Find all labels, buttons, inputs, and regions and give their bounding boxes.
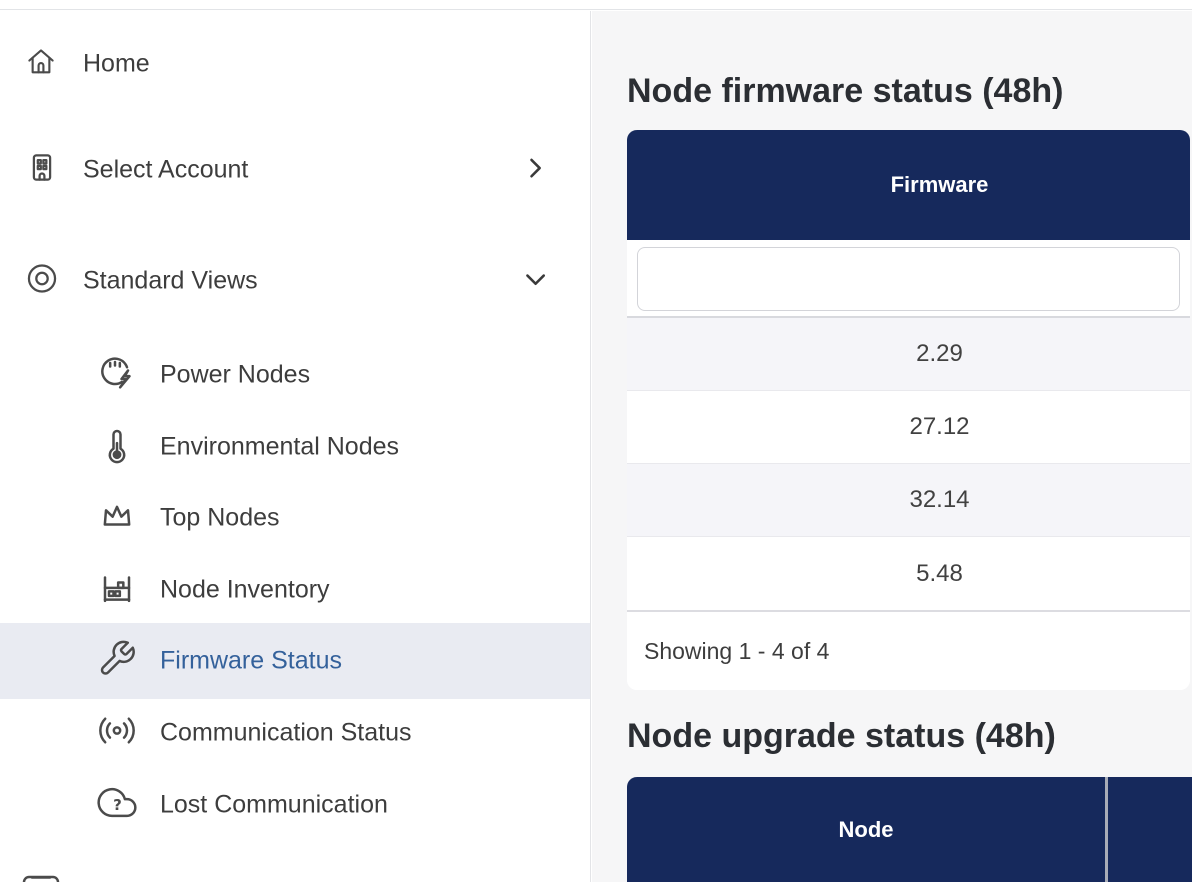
sidebar-item-label: Power Nodes: [160, 361, 310, 390]
sidebar-item-environmental-nodes[interactable]: Environmental Nodes: [0, 409, 591, 485]
firmware-status-heading: Node firmware status (48h): [627, 73, 1063, 109]
chevron-right-icon: [521, 154, 549, 187]
sidebar-item-label: Firmware Status: [160, 647, 342, 676]
sidebar-item-firmware-status[interactable]: Firmware Status: [0, 623, 591, 699]
sidebar-item-label: Communication Status: [160, 719, 412, 748]
sidebar-item-label: Home: [83, 50, 150, 79]
cloud-question-icon: ?: [97, 783, 137, 828]
top-border-strip: [0, 0, 1192, 10]
clipped-bottom-icon: [22, 875, 60, 882]
sidebar-item-label: Standard Views: [83, 267, 258, 296]
building-icon: [24, 150, 60, 191]
chevron-down-icon: [521, 265, 549, 298]
sidebar-nav: Home Select Account Standard Views: [0, 11, 591, 882]
sidebar-item-top-nodes[interactable]: Top Nodes: [0, 480, 591, 556]
firmware-filter-row: [627, 240, 1190, 318]
sidebar-item-label: Select Account: [83, 156, 248, 185]
views-eye-icon: [24, 261, 60, 302]
firmware-table-header: Firmware: [627, 130, 1190, 240]
firmware-table-row: 27.12: [627, 391, 1190, 464]
firmware-column-header: Firmware: [829, 172, 989, 198]
inventory-shelf-icon: [97, 568, 137, 613]
firmware-table-row: 32.14: [627, 464, 1190, 537]
upgrade-table-card: Node: [627, 777, 1192, 882]
upgrade-table-header: Node: [627, 777, 1105, 882]
sidebar-item-power-nodes[interactable]: Power Nodes: [0, 337, 591, 413]
column-divider: [1105, 777, 1108, 882]
sidebar-item-label: Lost Communication: [160, 791, 388, 820]
sidebar-item-home[interactable]: Home: [0, 26, 591, 102]
broadcast-icon: [97, 711, 137, 756]
home-icon: [24, 45, 58, 84]
firmware-table-row: 2.29: [627, 318, 1190, 391]
sidebar-item-node-inventory[interactable]: Node Inventory: [0, 552, 591, 628]
sidebar-item-label: Node Inventory: [160, 576, 330, 605]
thermometer-icon: [97, 425, 137, 470]
power-gauge-icon: [97, 353, 137, 398]
crown-icon: [97, 496, 137, 541]
sidebar-item-label: Environmental Nodes: [160, 433, 399, 462]
svg-text:?: ?: [113, 796, 122, 814]
wrench-icon: [97, 639, 137, 684]
firmware-filter-input[interactable]: [637, 247, 1180, 311]
sidebar-item-label: Top Nodes: [160, 504, 280, 533]
main-content: Node firmware status (48h) Firmware 2.29…: [592, 11, 1192, 882]
sidebar-item-standard-views[interactable]: Standard Views: [0, 243, 591, 319]
firmware-table-card: Firmware 2.29 27.12 32.14 5.48 Showing 1…: [627, 130, 1190, 690]
sidebar-item-select-account[interactable]: Select Account: [0, 132, 591, 208]
upgrade-status-heading: Node upgrade status (48h): [627, 718, 1056, 754]
firmware-table-row: 5.48: [627, 537, 1190, 610]
sidebar-item-lost-communication[interactable]: ? Lost Communication: [0, 767, 591, 843]
node-column-header: Node: [839, 817, 894, 843]
sidebar-item-communication-status[interactable]: Communication Status: [0, 695, 591, 771]
firmware-table-pagination: Showing 1 - 4 of 4: [627, 610, 1190, 690]
